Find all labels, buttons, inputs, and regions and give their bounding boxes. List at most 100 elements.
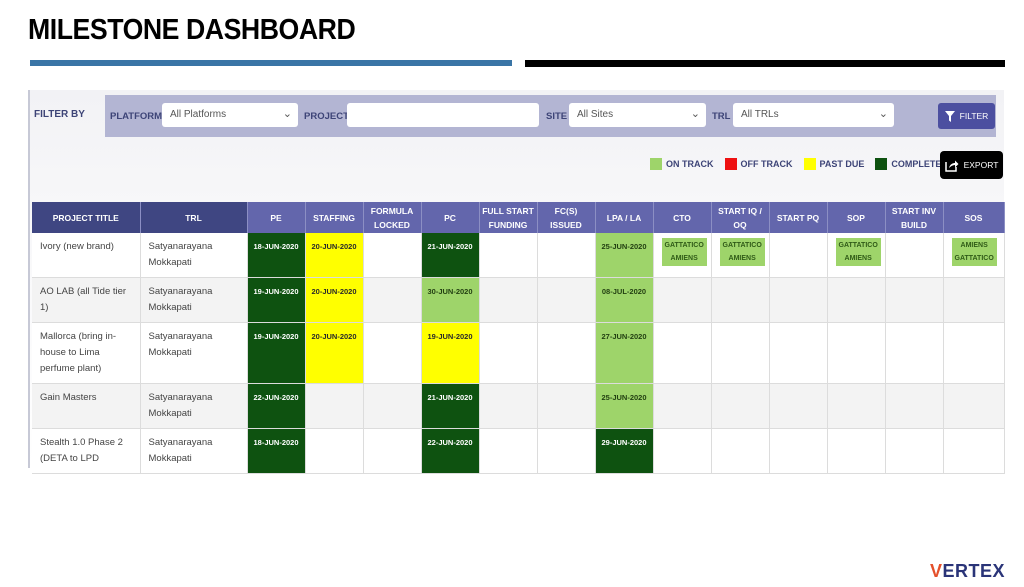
col-header-lpa-la[interactable]: LPA / LA	[595, 202, 654, 233]
filter-bar: PLATFORM All Platforms ⌄ PROJECT SITE Al…	[105, 95, 996, 137]
site-select[interactable]: All Sites ⌄	[569, 103, 706, 127]
filter-button[interactable]: FILTER	[938, 103, 995, 129]
sop-site-cell	[827, 322, 886, 384]
sop-site-cell: GATTATICO AMIENS	[827, 233, 886, 278]
cto-site-cell: GATTATICO AMIENS	[653, 233, 712, 278]
trl-cell: Satyanarayana Mokkapati	[140, 233, 248, 278]
lpa-la-date-cell: 27-JUN-2020	[595, 322, 654, 384]
completed-swatch	[875, 158, 888, 170]
project-input[interactable]	[347, 103, 539, 127]
off-track-swatch	[724, 158, 737, 170]
sos-site-cell: AMIENS GATTATICO	[943, 233, 1005, 278]
col-header-sos[interactable]: SOS	[943, 202, 1005, 233]
site-name: AMIENS	[670, 255, 698, 262]
platform-select-value: All Platforms	[170, 109, 227, 120]
table-row[interactable]: AO LAB (all Tide tier 1) Satyanarayana Mo…	[32, 277, 1005, 323]
table-row[interactable]: Ivory (new brand) Satyanarayana Mokkapati…	[32, 233, 1005, 278]
site-name: AMIENS	[728, 255, 756, 262]
site-name: GATTATICO	[722, 242, 762, 249]
col-header-pc[interactable]: PC	[421, 202, 480, 233]
trl-select[interactable]: All TRLs ⌄	[733, 103, 894, 127]
sos-site-cell	[943, 277, 1005, 323]
chevron-down-icon: ⌄	[878, 108, 888, 120]
project-title-cell[interactable]: Ivory (new brand)	[32, 233, 141, 278]
col-header-start-pq[interactable]: START PQ	[769, 202, 828, 233]
full-start-funding-date-cell	[479, 322, 538, 384]
formula-locked-date-cell	[363, 233, 422, 278]
full-start-funding-date-cell	[479, 233, 538, 278]
export-button[interactable]: EXPORT	[940, 151, 1003, 179]
pe-date-cell: 22-JUN-2020	[247, 383, 306, 429]
pc-date-cell: 21-JUN-2020	[421, 383, 480, 429]
col-header-fcs-issued[interactable]: FC(S) ISSUED	[537, 202, 596, 233]
fcs-issued-date-cell	[537, 383, 596, 429]
site-name: GATTATICO	[838, 242, 878, 249]
export-button-label: EXPORT	[963, 160, 999, 170]
dashboard-panel: FILTER BY PLATFORM All Platforms ⌄ PROJE…	[28, 90, 1005, 474]
col-header-cto[interactable]: CTO	[653, 202, 712, 233]
full-start-funding-date-cell	[479, 428, 538, 474]
start-iq-oq-site-cell	[711, 322, 770, 384]
project-label: PROJECT	[304, 111, 349, 122]
site-name: AMIENS	[844, 255, 872, 262]
filter-button-label: FILTER	[959, 111, 989, 121]
past-due-swatch	[803, 158, 816, 170]
site-tag: GATTATICO AMIENS	[719, 238, 765, 266]
start-iq-oq-site-cell: GATTATICO AMIENS	[711, 233, 770, 278]
col-header-trl[interactable]: TRL	[140, 202, 248, 233]
col-header-project-title[interactable]: PROJECT TITLE	[32, 202, 141, 233]
full-start-funding-date-cell	[479, 277, 538, 323]
start-iq-oq-site-cell	[711, 277, 770, 323]
table-row[interactable]: Mallorca (bring in-house to Lima perfume…	[32, 322, 1005, 384]
legend-on-track: ON TRACK	[650, 158, 714, 170]
pe-date-cell: 18-JUN-2020	[247, 428, 306, 474]
formula-locked-date-cell	[363, 322, 422, 384]
pc-date-cell: 19-JUN-2020	[421, 322, 480, 384]
title-underline-blue	[30, 60, 512, 66]
legend-label: PAST DUE	[819, 159, 865, 169]
col-header-sop[interactable]: SOP	[827, 202, 886, 233]
legend-completed: COMPLETED	[875, 158, 948, 170]
pe-date-cell: 19-JUN-2020	[247, 322, 306, 384]
project-title-cell[interactable]: Mallorca (bring in-house to Lima perfume…	[32, 322, 141, 384]
start-pq-site-cell	[769, 428, 828, 474]
lpa-la-date-cell: 25-JUN-2020	[595, 383, 654, 429]
table-row[interactable]: Stealth 1.0 Phase 2 (DETA to LPD Satyanar…	[32, 428, 1005, 474]
full-start-funding-date-cell	[479, 383, 538, 429]
project-title-cell[interactable]: AO LAB (all Tide tier 1)	[32, 277, 141, 323]
pc-date-cell: 21-JUN-2020	[421, 233, 480, 278]
sos-site-cell	[943, 428, 1005, 474]
col-header-pe[interactable]: PE	[247, 202, 306, 233]
start-pq-site-cell	[769, 383, 828, 429]
table-header-row: PROJECT TITLE TRL PE STAFFING FORMULA LO…	[32, 202, 1005, 233]
col-header-staffing[interactable]: STAFFING	[305, 202, 364, 233]
legend-past-due: PAST DUE	[803, 158, 865, 170]
formula-locked-date-cell	[363, 383, 422, 429]
legend-label: OFF TRACK	[740, 159, 793, 169]
vertex-logo: VERTEX	[930, 561, 1005, 582]
lpa-la-date-cell: 25-JUN-2020	[595, 233, 654, 278]
pe-date-cell: 19-JUN-2020	[247, 277, 306, 323]
cto-site-cell	[653, 383, 712, 429]
start-inv-build-site-cell	[885, 233, 944, 278]
cto-site-cell	[653, 322, 712, 384]
col-header-formula-locked[interactable]: FORMULA LOCKED	[363, 202, 422, 233]
col-header-full-start-funding[interactable]: FULL START FUNDING	[479, 202, 538, 233]
trl-cell: Satyanarayana Mokkapati	[140, 277, 248, 323]
staffing-date-cell	[305, 383, 364, 429]
legend-label: ON TRACK	[666, 159, 714, 169]
start-iq-oq-site-cell	[711, 383, 770, 429]
col-header-start-inv-build[interactable]: START INV BUILD	[885, 202, 944, 233]
project-title-cell[interactable]: Stealth 1.0 Phase 2 (DETA to LPD	[32, 428, 141, 474]
table-row[interactable]: Gain Masters Satyanarayana Mokkapati 22-JU…	[32, 383, 1005, 429]
filter-by-label: FILTER BY	[34, 109, 85, 120]
fcs-issued-date-cell	[537, 277, 596, 323]
trl-label: TRL	[712, 111, 731, 122]
col-header-start-iq-oq[interactable]: START IQ / OQ	[711, 202, 770, 233]
trl-cell: Satyanarayana Mokkapati	[140, 428, 248, 474]
table-body: Ivory (new brand) Satyanarayana Mokkapati…	[32, 233, 1005, 474]
staffing-date-cell: 20-JUN-2020	[305, 277, 364, 323]
sos-site-cell	[943, 322, 1005, 384]
project-title-cell[interactable]: Gain Masters	[32, 383, 141, 429]
platform-select[interactable]: All Platforms ⌄	[162, 103, 298, 127]
